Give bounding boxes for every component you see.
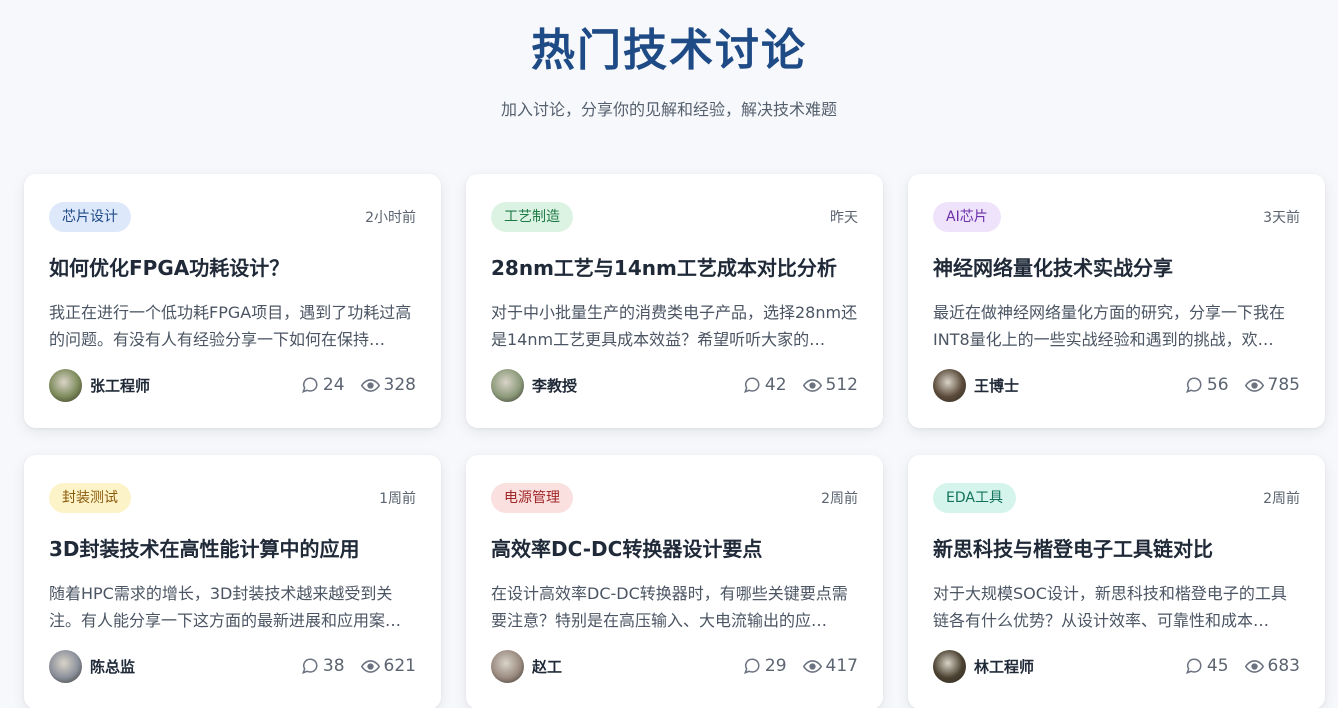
comment-count-value: 45 [1206,656,1229,676]
category-tag[interactable]: AI芯片 [933,202,1001,232]
comment-icon [743,377,760,394]
comment-icon [1185,658,1202,675]
view-count-value: 328 [383,375,416,395]
comment-count: 42 [743,375,787,395]
avatar[interactable] [491,368,524,402]
comment-icon [301,658,318,675]
view-count-value: 785 [1267,375,1300,395]
page-subtitle: 加入讨论，分享你的见解和经验，解决技术难题 [500,100,837,119]
comment-count-value: 38 [322,656,345,676]
author-info[interactable]: 林工程师 [933,649,1034,683]
author-name[interactable]: 陈总监 [90,656,135,677]
post-time: 1周前 [379,491,416,507]
post-time: 2周前 [821,491,858,507]
category-tag[interactable]: 工艺制造 [491,202,573,232]
comment-count: 24 [301,375,345,395]
author-info[interactable]: 张工程师 [49,368,150,402]
author-info[interactable]: 李教授 [491,368,577,402]
eye-icon [360,378,380,392]
discussion-card[interactable]: 电源管理 2周前 高效率DC-DC转换器设计要点 在设计高效率DC-DC转换器时… [466,455,883,708]
author-name[interactable]: 张工程师 [90,375,150,396]
category-tag[interactable]: 芯片设计 [49,202,131,232]
page-title: 热门技术讨论 [531,25,807,76]
post-time: 2周前 [1263,491,1300,507]
comment-count-value: 42 [764,375,787,395]
comment-count: 56 [1185,375,1229,395]
avatar[interactable] [49,649,82,683]
eye-icon [1244,659,1264,673]
author-info[interactable]: 赵工 [491,649,562,683]
view-count-value: 621 [383,656,416,676]
view-count-value: 683 [1267,656,1300,676]
category-tag[interactable]: 封装测试 [49,483,131,513]
author-name[interactable]: 赵工 [532,656,562,677]
comment-count: 45 [1185,656,1229,676]
comment-count: 29 [743,656,787,676]
category-tag[interactable]: EDA工具 [933,483,1016,513]
eye-icon [802,378,822,392]
view-count: 512 [802,375,858,395]
discussion-title[interactable]: 3D封装技术在高性能计算中的应用 [49,533,416,562]
view-count-value: 417 [825,656,858,676]
view-count: 683 [1244,656,1300,676]
discussion-card[interactable]: 封装测试 1周前 3D封装技术在高性能计算中的应用 随着HPC需求的增长，3D封… [24,455,441,708]
discussion-excerpt: 最近在做神经网络量化方面的研究，分享一下我在INT8量化上的一些实战经验和遇到的… [933,303,1286,349]
comment-icon [301,377,318,394]
eye-icon [1244,378,1264,392]
discussion-card[interactable]: AI芯片 3天前 神经网络量化技术实战分享 最近在做神经网络量化方面的研究，分享… [908,174,1325,428]
view-count: 621 [360,656,416,676]
comment-count-value: 56 [1206,375,1229,395]
avatar[interactable] [933,649,966,683]
post-time: 2小时前 [365,210,416,226]
comment-count-value: 24 [322,375,345,395]
avatar[interactable] [49,368,82,402]
discussion-title[interactable]: 28nm工艺与14nm工艺成本对比分析 [491,252,858,281]
discussion-card[interactable]: EDA工具 2周前 新思科技与楷登电子工具链对比 对于大规模SOC设计，新思科技… [908,455,1325,708]
eye-icon [360,659,380,673]
discussion-grid: 芯片设计 2小时前 如何优化FPGA功耗设计？ 我正在进行一个低功耗FPGA项目… [24,174,1325,708]
discussion-excerpt: 我正在进行一个低功耗FPGA项目，遇到了功耗过高的问题。有没有人有经验分享一下如… [49,303,412,349]
view-count-value: 512 [825,375,858,395]
eye-icon [802,659,822,673]
discussion-excerpt: 对于大规模SOC设计，新思科技和楷登电子的工具链各有什么优势？从设计效率、可靠性… [933,584,1287,630]
discussion-excerpt: 在设计高效率DC-DC转换器时，有哪些关键要点需要注意？特别是在高压输入、大电流… [491,584,848,630]
discussion-excerpt: 随着HPC需求的增长，3D封装技术越来越受到关注。有人能分享一下这方面的最新进展… [49,584,402,630]
author-name[interactable]: 王博士 [974,375,1019,396]
discussion-card[interactable]: 工艺制造 昨天 28nm工艺与14nm工艺成本对比分析 对于中小批量生产的消费类… [466,174,883,428]
avatar[interactable] [933,368,966,402]
discussion-title[interactable]: 神经网络量化技术实战分享 [933,252,1300,281]
author-name[interactable]: 李教授 [532,375,577,396]
view-count: 417 [802,656,858,676]
avatar[interactable] [491,649,524,683]
comment-icon [1185,377,1202,394]
author-info[interactable]: 王博士 [933,368,1019,402]
comment-icon [743,658,760,675]
category-tag[interactable]: 电源管理 [491,483,573,513]
view-count: 785 [1244,375,1300,395]
comment-count-value: 29 [764,656,787,676]
discussion-title[interactable]: 新思科技与楷登电子工具链对比 [933,533,1300,562]
discussion-title[interactable]: 如何优化FPGA功耗设计？ [49,252,416,281]
author-name[interactable]: 林工程师 [974,656,1034,677]
author-info[interactable]: 陈总监 [49,649,135,683]
comment-count: 38 [301,656,345,676]
discussion-excerpt: 对于中小批量生产的消费类电子产品，选择28nm还是14nm工艺更具成本效益？希望… [491,303,858,349]
discussion-card[interactable]: 芯片设计 2小时前 如何优化FPGA功耗设计？ 我正在进行一个低功耗FPGA项目… [24,174,441,428]
view-count: 328 [360,375,416,395]
post-time: 3天前 [1263,210,1300,226]
discussion-title[interactable]: 高效率DC-DC转换器设计要点 [491,533,858,562]
post-time: 昨天 [830,210,858,226]
